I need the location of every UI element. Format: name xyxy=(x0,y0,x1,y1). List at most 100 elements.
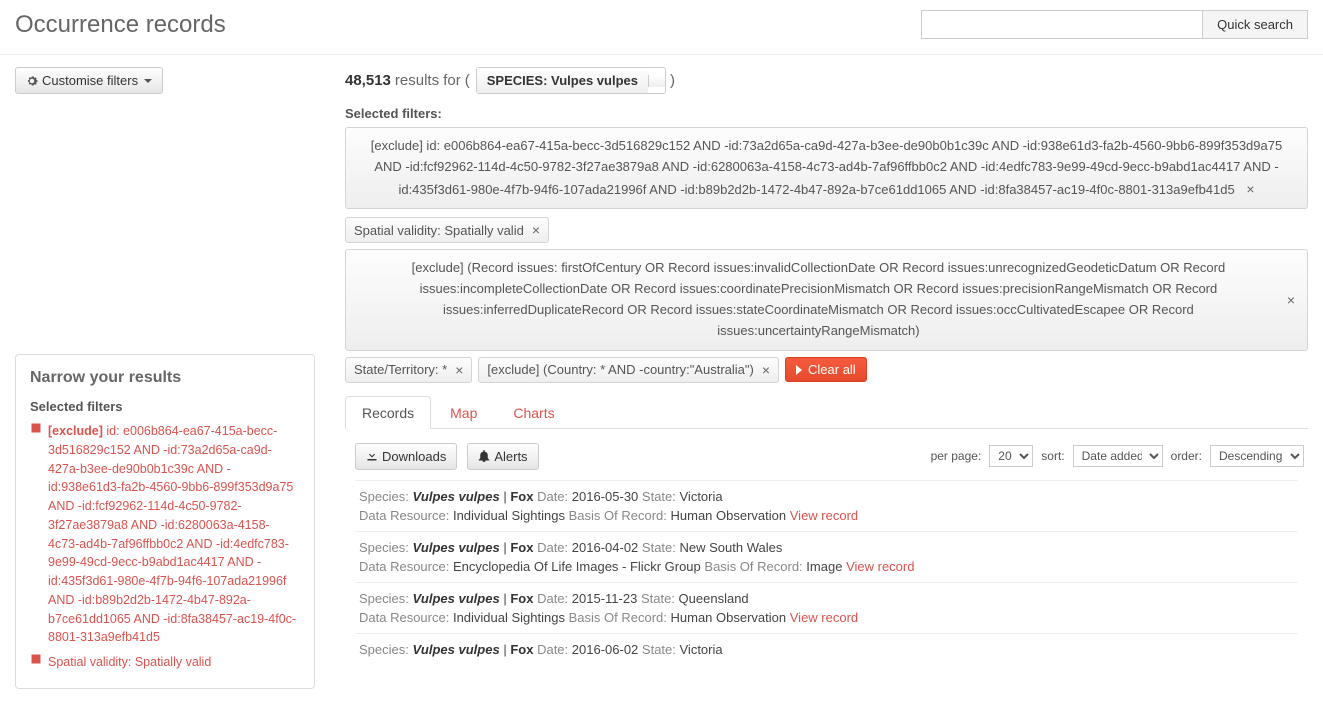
view-record-link[interactable]: View record xyxy=(790,508,858,523)
species-label: SPECIES: Vulpes vulpes xyxy=(477,68,648,93)
state-value: Queensland xyxy=(679,591,749,606)
close-icon[interactable]: × xyxy=(455,362,463,378)
selected-filters-label: Selected filters: xyxy=(345,106,1308,121)
common-name: Fox xyxy=(510,489,533,504)
side-filter-text: id: e006b864-ea67-415a-becc-3d516829c152… xyxy=(48,424,296,644)
state-value: New South Wales xyxy=(680,540,783,555)
resource-value: Individual Sightings xyxy=(453,508,565,523)
date-label: Date: xyxy=(537,642,568,657)
close-icon[interactable]: × xyxy=(762,362,770,378)
species-name: Vulpes vulpes xyxy=(413,642,500,657)
state-label: State: xyxy=(642,642,676,657)
results-for-text: results for xyxy=(395,72,461,89)
narrow-title: Narrow your results xyxy=(30,369,300,387)
common-name: Fox xyxy=(510,540,533,555)
date-label: Date: xyxy=(537,591,568,606)
close-icon[interactable]: × xyxy=(1287,289,1295,311)
basis-label: Basis Of Record: xyxy=(704,559,802,574)
downloads-label: Downloads xyxy=(382,449,446,464)
clear-all-label: Clear all xyxy=(808,362,856,377)
filter-spatial: Spatial validity: Spatially valid × xyxy=(345,217,549,243)
chevron-right-icon xyxy=(796,365,804,375)
date-value: 2016-06-02 xyxy=(572,642,639,657)
customise-filters-label: Customise filters xyxy=(42,73,138,88)
per-page-select[interactable]: 20 xyxy=(989,445,1033,467)
filter-text: Spatial validity: Spatially valid xyxy=(354,223,524,238)
side-filter-text: Spatial validity: Spatially valid xyxy=(48,653,211,672)
basis-label: Basis Of Record: xyxy=(569,508,667,523)
alerts-label: Alerts xyxy=(494,449,527,464)
filter-text: [exclude] id: e006b864-ea67-415a-becc-3d… xyxy=(371,138,1282,197)
tab-charts[interactable]: Charts xyxy=(496,396,571,429)
filter-exclude-issues: [exclude] (Record issues: firstOfCentury… xyxy=(345,249,1308,350)
date-label: Date: xyxy=(537,540,568,555)
state-value: Victoria xyxy=(680,489,723,504)
species-label: Species: xyxy=(359,642,409,657)
basis-label: Basis Of Record: xyxy=(569,610,667,625)
download-icon xyxy=(366,450,378,462)
state-label: State: xyxy=(642,540,676,555)
side-filter-item[interactable]: Spatial validity: Spatially valid xyxy=(30,653,300,672)
record-row: Species: Vulpes vulpes | Fox Date: 2016-… xyxy=(355,531,1298,582)
close-icon[interactable]: × xyxy=(532,222,540,238)
alerts-button[interactable]: Alerts xyxy=(467,443,538,470)
downloads-button[interactable]: Downloads xyxy=(355,443,457,470)
order-label: order: xyxy=(1171,449,1202,463)
view-record-link[interactable]: View record xyxy=(790,610,858,625)
resource-value: Individual Sightings xyxy=(453,610,565,625)
filter-exclude-ids: [exclude] id: e006b864-ea67-415a-becc-3d… xyxy=(345,127,1308,209)
toolbar: Downloads Alerts per page: 20 sort: Date… xyxy=(345,429,1308,480)
page-title: Occurrence records xyxy=(15,11,226,39)
resource-label: Data Resource: xyxy=(359,610,449,625)
record-row: Species: Vulpes vulpes | Fox Date: 2016-… xyxy=(355,480,1298,531)
chevron-down-icon xyxy=(144,79,152,83)
state-value: Victoria xyxy=(680,642,723,657)
quick-search-button[interactable]: Quick search xyxy=(1202,11,1307,38)
results-count: 48,513 xyxy=(345,72,391,89)
filter-text: [exclude] (Country: * AND -country:"Aust… xyxy=(487,362,753,377)
close-icon[interactable]: × xyxy=(1246,181,1254,197)
state-label: State: xyxy=(642,489,676,504)
per-page-label: per page: xyxy=(931,449,982,463)
species-name: Vulpes vulpes xyxy=(413,489,500,504)
view-record-link[interactable]: View record xyxy=(846,559,914,574)
resource-value: Encyclopedia Of Life Images - Flickr Gro… xyxy=(453,559,701,574)
tabs: Records Map Charts xyxy=(345,395,1308,429)
species-label: Species: xyxy=(359,540,409,555)
resource-label: Data Resource: xyxy=(359,508,449,523)
search-input[interactable] xyxy=(922,11,1202,38)
record-row: Species: Vulpes vulpes | Fox Date: 2016-… xyxy=(355,633,1298,665)
sort-select[interactable]: Date added xyxy=(1073,445,1163,467)
customise-filters-button[interactable]: Customise filters xyxy=(15,67,163,94)
date-value: 2015-11-23 xyxy=(572,591,638,606)
basis-value: Human Observation xyxy=(671,610,787,625)
date-label: Date: xyxy=(537,489,568,504)
quick-search: Quick search xyxy=(921,10,1308,39)
clear-all-button[interactable]: Clear all xyxy=(785,357,867,382)
species-name: Vulpes vulpes xyxy=(413,591,500,606)
species-dropdown[interactable]: SPECIES: Vulpes vulpes xyxy=(476,67,666,94)
species-label: Species: xyxy=(359,591,409,606)
open-paren: ( xyxy=(465,72,470,89)
checked-icon xyxy=(30,653,42,672)
common-name: Fox xyxy=(510,591,533,606)
filter-text: State/Territory: * xyxy=(354,362,447,377)
state-label: State: xyxy=(641,591,675,606)
basis-value: Image xyxy=(806,559,842,574)
record-row: Species: Vulpes vulpes | Fox Date: 2015-… xyxy=(355,582,1298,633)
tab-map[interactable]: Map xyxy=(433,396,494,429)
date-value: 2016-04-02 xyxy=(572,540,639,555)
common-name: Fox xyxy=(510,642,533,657)
tab-records[interactable]: Records xyxy=(345,396,431,429)
order-select[interactable]: Descending xyxy=(1210,445,1304,467)
date-value: 2016-05-30 xyxy=(572,489,639,504)
filter-text: [exclude] (Record issues: firstOfCentury… xyxy=(358,258,1279,341)
side-filter-exclude-prefix: [exclude] xyxy=(48,424,103,438)
bell-icon xyxy=(478,450,490,462)
side-filter-item[interactable]: [exclude] id: e006b864-ea67-415a-becc-3d… xyxy=(30,422,300,647)
sort-label: sort: xyxy=(1041,449,1064,463)
gear-icon xyxy=(26,75,38,87)
close-paren: ) xyxy=(670,72,675,89)
species-drop-toggle[interactable] xyxy=(648,75,665,87)
narrow-results-panel: Narrow your results Selected filters [ex… xyxy=(15,354,315,689)
